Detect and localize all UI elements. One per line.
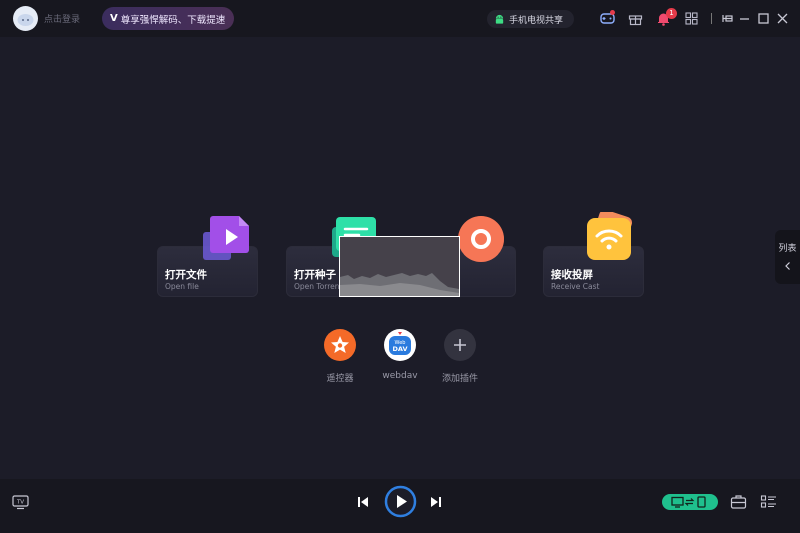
svg-text:TV: TV [16,500,24,506]
remote-star-icon [324,329,356,361]
vip-icon: V [110,13,118,24]
playlist-side-tab[interactable]: 列表 [775,230,800,284]
avatar[interactable] [13,6,38,31]
notification-badge: 1 [666,8,677,19]
close-icon[interactable] [774,10,791,27]
grid-apps-icon[interactable] [683,10,700,27]
cast-wifi-icon [587,212,633,260]
toolbox-icon[interactable] [730,494,747,510]
login-link[interactable]: 点击登录 [44,12,80,25]
tv-icon[interactable]: TV [12,494,29,510]
webdav-icon: Web DAV [384,329,416,361]
card-subtitle: Open file [165,282,199,291]
play-button[interactable] [384,485,417,518]
title-separator [711,13,712,24]
card-subtitle: Open Torrent [294,282,343,291]
next-icon[interactable] [429,495,443,509]
player-control-bar: TV [0,479,800,533]
record-disc-icon [458,216,504,262]
avatar-face-icon [17,13,34,26]
playlist-menu-icon[interactable] [760,494,777,510]
mobile-share-label: 手机电视共享 [509,15,564,26]
webdav-plugin[interactable]: Web DAV webdav [370,329,430,381]
gift-icon[interactable] [627,10,644,27]
plugin-label: webdav [382,371,418,381]
mini-mode-icon[interactable] [719,10,736,27]
mobile-tv-share-button[interactable]: 手机电视共享 [487,10,574,28]
side-tab-label: 列表 [778,244,797,254]
plugin-label: 遥控器 [326,374,354,384]
card-subtitle: Receive Cast [551,282,600,291]
minimize-icon[interactable] [736,10,753,27]
promo-text: 尊享强悍解码、下载提速 [120,14,226,26]
title-bar: 点击登录 V 尊享强悍解码、下载提速 手机电视共享 1 [0,0,800,37]
folder-play-icon [203,216,249,260]
add-plugin[interactable]: 添加插件 [430,329,490,384]
vip-promo-button[interactable]: V 尊享强悍解码、下载提速 [102,7,234,30]
plus-icon [444,329,476,361]
screen-cast-toggle[interactable] [662,494,718,510]
game-notification-dot [610,10,615,15]
pc-phone-sync-icon [671,496,706,508]
card-title: 接收投屏 [551,269,593,281]
video-preview-thumbnail [339,236,460,297]
card-title: 打开种子 [294,269,336,281]
chevron-left-icon [784,262,790,270]
svg-text:DAV: DAV [392,345,407,353]
maximize-icon[interactable] [755,10,772,27]
card-title: 打开文件 [165,269,207,281]
previous-icon[interactable] [356,495,370,509]
android-icon [495,14,504,24]
remote-plugin[interactable]: 遥控器 [310,329,370,384]
preview-image [340,237,459,296]
plugin-label: 添加插件 [441,374,478,384]
